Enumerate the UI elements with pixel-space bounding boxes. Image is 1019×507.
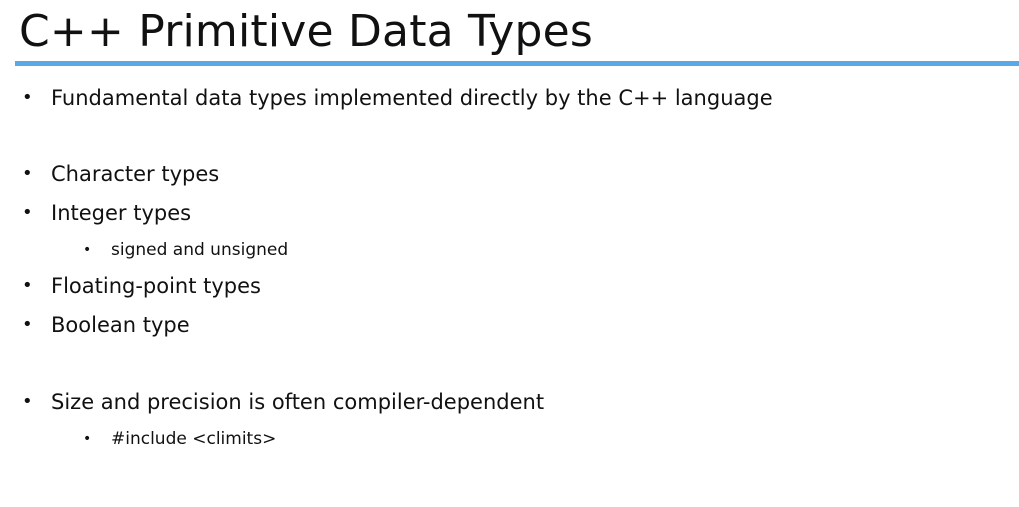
bullet-text: Character types — [51, 162, 220, 186]
bullet-text: Boolean type — [51, 313, 190, 337]
bullet-marker: • — [22, 275, 33, 296]
bullet-text: signed and unsigned — [111, 240, 289, 260]
bullet-marker: • — [22, 87, 33, 108]
title-underline — [15, 61, 1019, 66]
bullet-marker: • — [83, 242, 92, 258]
bullet-marker: • — [22, 391, 33, 412]
bullet-text: Size and precision is often compiler-dep… — [51, 390, 545, 414]
bullet-marker: • — [83, 431, 92, 447]
bullet-marker: • — [22, 163, 33, 184]
bullet-marker: • — [22, 202, 33, 223]
bullet-marker: • — [22, 314, 33, 335]
slide-title: C++ Primitive Data Types — [19, 6, 594, 57]
bullet-text: Fundamental data types implemented direc… — [51, 86, 773, 110]
bullet-text: Floating-point types — [51, 274, 261, 298]
bullet-text: Integer types — [51, 201, 192, 225]
bullet-text: #include <climits> — [111, 429, 277, 449]
